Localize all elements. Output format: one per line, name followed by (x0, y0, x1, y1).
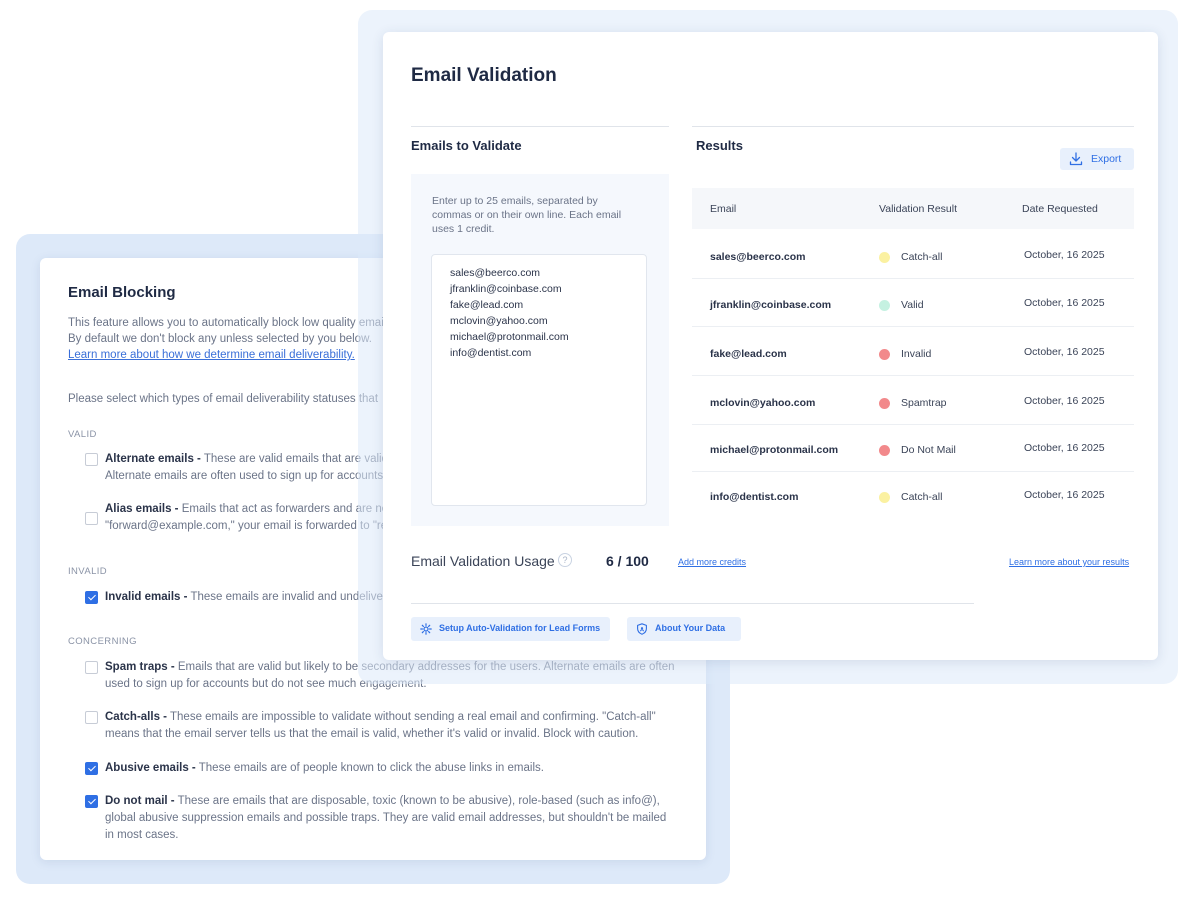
option-text: These emails are impossible to validate … (170, 711, 656, 723)
download-icon (1069, 152, 1083, 166)
learn-more-results-link[interactable]: Learn more about your results (1009, 557, 1129, 567)
column-email: Email (710, 203, 737, 215)
column-validation-result: Validation Result (879, 203, 958, 215)
option-name: Alias emails - (105, 503, 179, 515)
row-email: fake@lead.com (710, 348, 787, 360)
help-line: commas or on their own line. Each email (432, 209, 622, 221)
table-row: fake@lead.com Invalid October, 16 2025 (692, 327, 1134, 376)
column-date-requested: Date Requested (1022, 203, 1098, 215)
row-date: October, 16 2025 (1024, 249, 1105, 261)
input-email-line: jfranklin@coinbase.com (450, 283, 562, 295)
status-dot (879, 492, 890, 503)
status-dot (879, 398, 890, 409)
about-data-button[interactable]: About Your Data (627, 617, 741, 641)
row-result: Do Not Mail (901, 444, 956, 456)
export-label: Export (1091, 153, 1122, 165)
row-result: Invalid (901, 348, 932, 360)
results-table-header: Email Validation Result Date Requested (692, 188, 1134, 229)
invalid-emails-checkbox[interactable] (85, 591, 98, 604)
table-row: michael@protonmail.com Do Not Mail Octob… (692, 423, 1134, 472)
email-validation-card: Email Validation Emails to Validate Resu… (383, 32, 1158, 660)
status-dot (879, 252, 890, 263)
option-name: Abusive emails - (105, 762, 196, 774)
input-help-text: Enter up to 25 emails, separated by comm… (432, 194, 637, 236)
email-blocking-title: Email Blocking (68, 284, 176, 301)
export-button[interactable]: Export (1060, 148, 1134, 170)
input-email-line: info@dentist.com (450, 347, 532, 359)
row-email: jfranklin@coinbase.com (710, 299, 832, 311)
emails-input-panel: Enter up to 25 emails, separated by comm… (411, 174, 669, 526)
row-email: michael@protonmail.com (710, 444, 839, 456)
status-dot (879, 349, 890, 360)
input-email-line: sales@beerco.com (450, 267, 541, 279)
option-text: means that the email server tells us tha… (105, 728, 639, 740)
option-name: Alternate emails - (105, 453, 201, 465)
help-line: Enter up to 25 emails, separated by (432, 195, 598, 207)
section-label-valid: VALID (68, 429, 97, 440)
shield-icon (637, 623, 647, 635)
section-label-concerning: CONCERNING (68, 636, 137, 647)
table-row: jfranklin@coinbase.com Valid October, 16… (692, 278, 1134, 327)
table-row: sales@beerco.com Catch-all October, 16 2… (692, 230, 1134, 279)
left-divider (411, 126, 669, 127)
row-result: Catch-all (901, 251, 943, 263)
row-date: October, 16 2025 (1024, 346, 1105, 358)
input-email-line: michael@protonmail.com (450, 331, 569, 343)
section-label-invalid: INVALID (68, 566, 108, 577)
option-text: global abusive suppression emails and po… (105, 812, 667, 824)
auto-validation-button[interactable]: Setup Auto-Validation for Lead Forms (411, 617, 610, 641)
do-not-mail-checkbox[interactable] (85, 795, 98, 808)
status-dot (879, 445, 890, 456)
catch-alls-checkbox[interactable] (85, 711, 98, 724)
row-date: October, 16 2025 (1024, 395, 1105, 407)
row-email: sales@beerco.com (710, 251, 806, 263)
option-text: These are emails that are disposable, to… (177, 795, 660, 807)
option-name: Invalid emails - (105, 591, 188, 603)
abusive-emails-checkbox[interactable] (85, 762, 98, 775)
email-validation-title: Email Validation (411, 65, 557, 86)
spam-traps-checkbox[interactable] (85, 661, 98, 674)
auto-validation-label: Setup Auto-Validation for Lead Forms (439, 623, 601, 633)
row-result: Catch-all (901, 491, 943, 503)
results-title: Results (696, 138, 743, 153)
option-name: Spam traps - (105, 661, 175, 673)
option-text: These emails are of people known to clic… (198, 762, 544, 774)
emails-to-validate-title: Emails to Validate (411, 138, 522, 153)
help-line: uses 1 credit. (432, 223, 495, 235)
input-email-line: mclovin@yahoo.com (450, 315, 548, 327)
status-selection-prompt: Please select which types of email deliv… (68, 393, 379, 405)
table-row: mclovin@yahoo.com Spamtrap October, 16 2… (692, 376, 1134, 425)
option-name: Catch-alls - (105, 711, 167, 723)
option-name: Do not mail - (105, 795, 175, 807)
row-date: October, 16 2025 (1024, 442, 1105, 454)
input-email-line: fake@lead.com (450, 299, 524, 311)
usage-count: 6 / 100 (606, 553, 649, 569)
footer-divider (411, 603, 974, 604)
alias-emails-checkbox[interactable] (85, 512, 98, 525)
about-data-label: About Your Data (655, 623, 726, 633)
status-dot (879, 300, 890, 311)
row-date: October, 16 2025 (1024, 297, 1105, 309)
alternate-emails-checkbox[interactable] (85, 453, 98, 466)
option-text: in most cases. (105, 829, 179, 841)
row-date: October, 16 2025 (1024, 489, 1105, 501)
add-credits-link[interactable]: Add more credits (678, 557, 746, 567)
emails-textarea[interactable]: sales@beerco.com jfranklin@coinbase.com … (431, 254, 647, 506)
right-divider (692, 126, 1134, 127)
row-result: Spamtrap (901, 397, 947, 409)
row-email: info@dentist.com (710, 491, 799, 503)
row-email: mclovin@yahoo.com (710, 397, 816, 409)
gear-icon (420, 623, 432, 635)
help-icon[interactable]: ? (558, 553, 572, 567)
usage-label: Email Validation Usage (411, 553, 555, 569)
row-result: Valid (901, 299, 924, 311)
table-row: info@dentist.com Catch-all October, 16 2… (692, 470, 1134, 518)
